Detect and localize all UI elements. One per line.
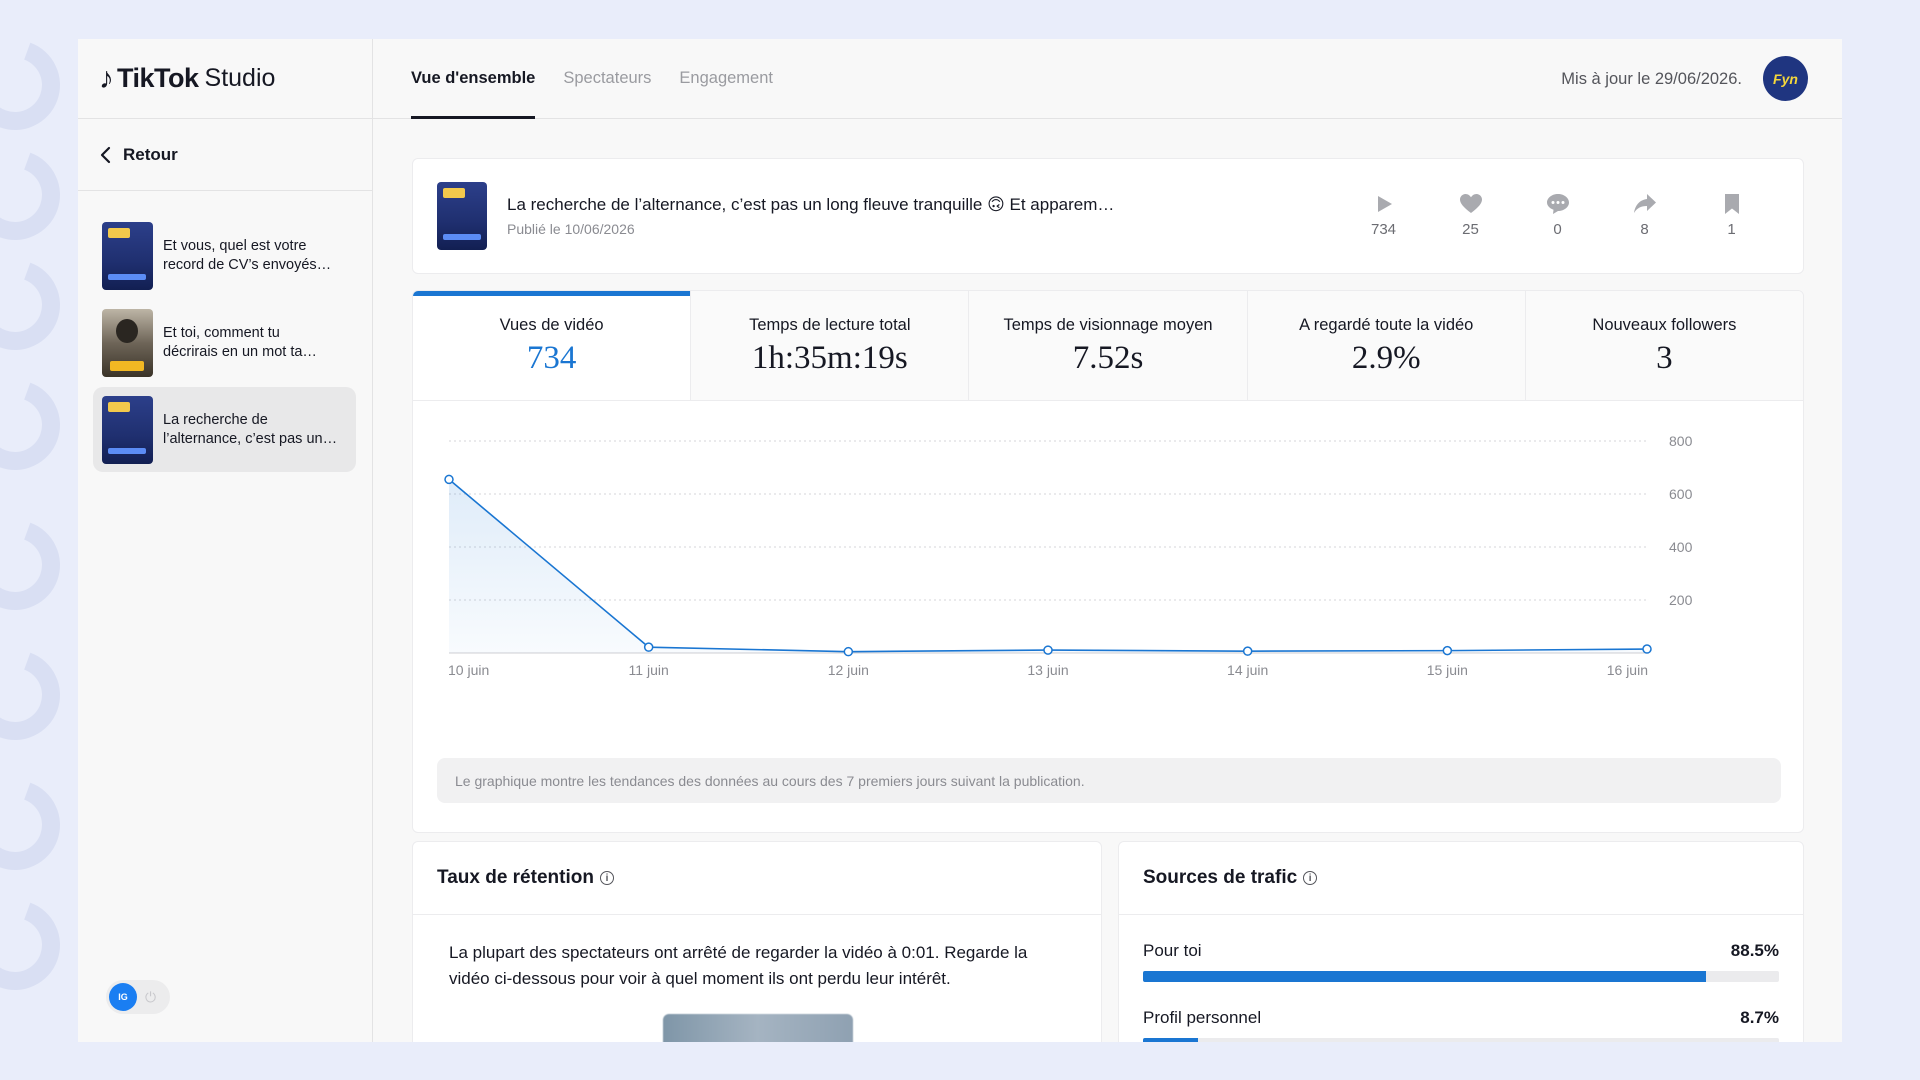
metrics-card: Vues de vidéo 734 Temps de lecture total… xyxy=(412,290,1804,833)
metric-average-watch-time[interactable]: Temps de visionnage moyen 7.52s xyxy=(969,291,1248,400)
video-preview[interactable] xyxy=(663,1014,853,1042)
chevron-left-icon xyxy=(100,146,111,163)
publish-date: Publié le 10/06/2026 xyxy=(507,221,635,237)
video-title: La recherche de l’alternance, c’est pas … xyxy=(507,195,1115,214)
metric-total-play-time[interactable]: Temps de lecture total 1h:35m:19s xyxy=(691,291,970,400)
avatar[interactable]: Fyn xyxy=(1763,56,1808,101)
series-line xyxy=(448,478,1648,653)
extension-badge: IG xyxy=(109,983,137,1011)
data-point xyxy=(643,642,654,652)
data-point xyxy=(843,646,854,657)
x-tick-label: 12 juin xyxy=(828,662,869,678)
metric-watched-full-video[interactable]: A regardé toute la vidéo 2.9% xyxy=(1247,291,1526,400)
chart-note: Le graphique montre les tendances des do… xyxy=(437,758,1781,803)
video-thumbnail xyxy=(102,308,153,377)
views-chart: 200 400 600 800 10 juin 11 juin 12 juin 13 juin… xyxy=(444,433,1693,678)
x-tick-label: 16 juin xyxy=(1607,662,1648,678)
video-summary-card: La recherche de l’alternance, c’est pas … xyxy=(412,158,1804,274)
studio-window: ♪ TikTok Studio Retour Et vous, quel est… xyxy=(78,39,1842,1042)
y-tick-label: 800 xyxy=(1669,433,1693,449)
info-icon[interactable]: i xyxy=(1303,871,1318,885)
metric-video-views[interactable]: Vues de vidéo 734 xyxy=(413,291,692,400)
traffic-title: Sources de trafic xyxy=(1143,867,1298,888)
data-point xyxy=(1043,645,1053,655)
heart-icon xyxy=(1459,194,1482,213)
main-content: Vue d'ensemble Spectateurs Engagement Mi… xyxy=(373,39,1842,1042)
video-title: Et toi, comment tu décrirais en un mot t… xyxy=(163,324,317,360)
x-tick-label: 11 juin xyxy=(629,662,669,678)
video-list-item[interactable]: Et toi, comment tu décrirais en un mot t… xyxy=(93,300,356,385)
retention-card: Taux de rétention i La plupart des spect… xyxy=(412,841,1102,1042)
power-icon: ⏻ xyxy=(145,988,157,1005)
play-icon xyxy=(1377,196,1392,212)
video-title: Et vous, quel est votre record de CV’s e… xyxy=(163,237,332,273)
tiktok-note-icon: ♪ xyxy=(99,61,114,95)
logo[interactable]: ♪ TikTok Studio xyxy=(78,39,372,119)
bookmark-icon xyxy=(1724,194,1739,214)
video-stats: 734 25 0 8 1 xyxy=(1340,193,1775,238)
logo-brand: TikTok xyxy=(117,63,199,93)
traffic-source: Pour toi 88.5% xyxy=(1119,941,1803,982)
data-point xyxy=(444,474,454,485)
traffic-source-bar xyxy=(1143,971,1779,982)
last-updated: Mis à jour le 29/06/2026. xyxy=(1561,69,1742,88)
back-button[interactable]: Retour xyxy=(78,119,372,191)
x-tick-label: 15 juin xyxy=(1427,662,1468,678)
traffic-source-bar xyxy=(1143,1038,1779,1042)
metric-tabs: Vues de vidéo 734 Temps de lecture total… xyxy=(413,291,1803,401)
traffic-source-value: 8.7% xyxy=(1740,1008,1779,1027)
y-tick-label: 600 xyxy=(1669,486,1693,502)
traffic-source: Profil personnel 8.7% xyxy=(1119,1008,1803,1042)
data-point xyxy=(1642,644,1652,654)
back-label: Retour xyxy=(123,144,178,164)
video-list: Et vous, quel est votre record de CV’s e… xyxy=(78,191,372,472)
comment-icon xyxy=(1546,194,1569,214)
video-thumbnail xyxy=(102,395,153,464)
data-point xyxy=(1442,645,1453,656)
stat-shares: 8 xyxy=(1601,193,1688,238)
video-title: La recherche de l’alternance, c’est pas … xyxy=(163,411,338,447)
stat-plays: 734 xyxy=(1340,193,1427,238)
logo-product: Studio xyxy=(204,64,276,92)
sidebar: ♪ TikTok Studio Retour Et vous, quel est… xyxy=(78,39,373,1042)
series-area xyxy=(449,479,1647,653)
tab-engagement[interactable]: Engagement xyxy=(679,39,773,118)
metric-new-followers[interactable]: Nouveaux followers 3 xyxy=(1525,291,1803,400)
stat-comments: 0 xyxy=(1514,193,1601,238)
tab-overview[interactable]: Vue d'ensemble xyxy=(411,39,536,119)
x-tick-label: 14 juin xyxy=(1227,662,1268,678)
retention-header: Taux de rétention i xyxy=(413,842,1101,915)
traffic-source-label: Profil personnel xyxy=(1143,1008,1262,1027)
data-point xyxy=(1242,646,1253,656)
background-decoration xyxy=(0,0,80,1080)
info-icon[interactable]: i xyxy=(599,871,614,885)
stat-likes: 25 xyxy=(1427,193,1514,238)
y-tick-label: 200 xyxy=(1669,592,1693,608)
traffic-source-label: Pour toi xyxy=(1143,941,1202,960)
retention-title: Taux de rétention xyxy=(437,867,594,888)
video-thumbnail xyxy=(102,221,153,290)
retention-text: La plupart des spectateurs ont arrêté de… xyxy=(449,943,1028,988)
share-icon xyxy=(1633,194,1656,213)
video-thumbnail[interactable] xyxy=(437,182,487,250)
extension-toggle[interactable]: IG ⏻ xyxy=(106,980,170,1014)
top-tab-bar: Vue d'ensemble Spectateurs Engagement Mi… xyxy=(373,39,1842,119)
traffic-sources-card: Sources de trafic i Pour toi 88.5% Profi… xyxy=(1118,841,1804,1042)
y-tick-label: 400 xyxy=(1669,539,1693,555)
tab-viewers[interactable]: Spectateurs xyxy=(563,39,651,118)
video-list-item[interactable]: Et vous, quel est votre record de CV’s e… xyxy=(93,213,356,298)
stat-saves: 1 xyxy=(1688,193,1775,238)
x-tick-label: 10 juin xyxy=(448,662,489,678)
traffic-header: Sources de trafic i xyxy=(1119,842,1803,915)
traffic-source-value: 88.5% xyxy=(1730,941,1779,960)
video-list-item-selected[interactable]: La recherche de l’alternance, c’est pas … xyxy=(93,387,356,472)
x-tick-label: 13 juin xyxy=(1027,662,1068,678)
